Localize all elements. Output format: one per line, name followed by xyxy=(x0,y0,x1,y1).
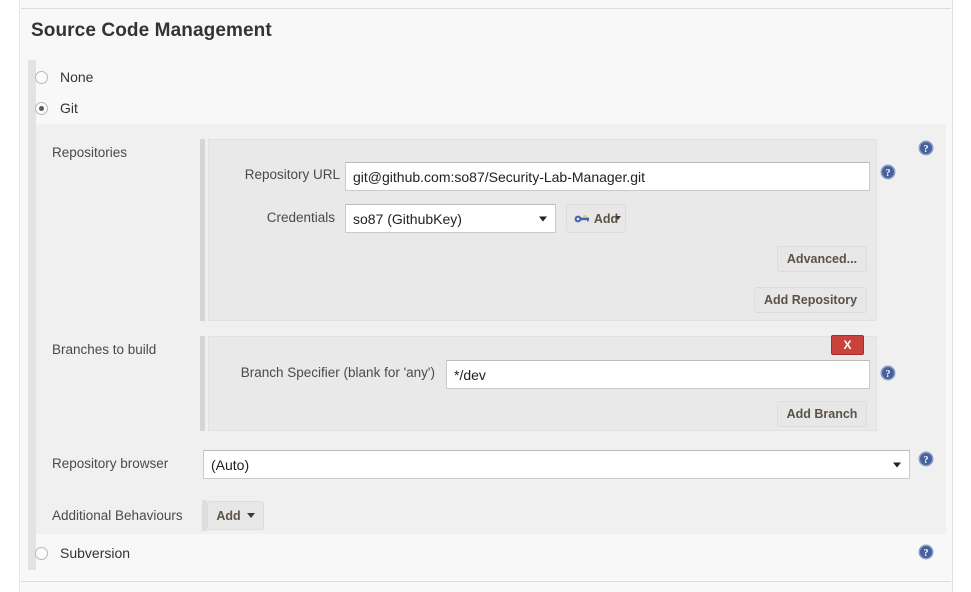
page-left-margin xyxy=(0,0,19,592)
svg-text:?: ? xyxy=(886,369,891,380)
add-behaviour-button-label: Add xyxy=(216,508,241,523)
page-right-border xyxy=(952,0,953,592)
branch-specifier-input[interactable] xyxy=(446,360,870,389)
credentials-select-value: so87 (GithubKey) xyxy=(353,210,462,227)
top-divider xyxy=(21,8,951,9)
chevron-down-icon-credentials xyxy=(539,216,547,221)
credentials-select[interactable]: so87 (GithubKey) xyxy=(345,204,556,233)
repository-browser-label: Repository browser xyxy=(52,456,169,471)
svg-text:?: ? xyxy=(924,548,929,559)
scm-option-git-label: Git xyxy=(60,100,78,116)
additional-behaviours-label: Additional Behaviours xyxy=(52,508,183,523)
svg-text:?: ? xyxy=(886,168,891,179)
help-icon-branch-specifier[interactable]: ? xyxy=(880,365,896,381)
help-icon-repository-url[interactable]: ? xyxy=(880,164,896,180)
add-branch-button[interactable]: Add Branch xyxy=(777,401,867,427)
page-left-border xyxy=(19,0,20,592)
page-right-margin xyxy=(953,0,971,592)
branches-group-bar xyxy=(200,336,205,431)
branch-specifier-label: Branch Specifier (blank for 'any') xyxy=(240,365,435,380)
add-repository-button[interactable]: Add Repository xyxy=(754,287,867,313)
scm-config-page: Source Code Management None Git Reposito… xyxy=(0,0,971,592)
branches-to-build-label: Branches to build xyxy=(52,342,157,357)
bottom-divider xyxy=(21,581,951,582)
scm-option-git[interactable]: Git xyxy=(35,100,78,116)
repository-browser-value: (Auto) xyxy=(211,456,250,473)
repositories-label: Repositories xyxy=(52,145,128,160)
advanced-button[interactable]: Advanced... xyxy=(777,246,867,272)
scm-option-none-label: None xyxy=(60,69,94,85)
add-credentials-button[interactable]: Add xyxy=(566,204,626,233)
help-icon-repository-browser[interactable]: ? xyxy=(918,451,934,467)
radio-git[interactable] xyxy=(35,101,48,115)
credentials-label: Credentials xyxy=(266,210,335,225)
git-panel-accent-bar xyxy=(28,124,36,534)
add-behaviour-button[interactable]: Add xyxy=(207,501,264,530)
page-title: Source Code Management xyxy=(31,20,272,41)
scm-option-none[interactable]: None xyxy=(35,69,93,85)
scm-option-subversion[interactable]: Subversion xyxy=(35,545,130,561)
chevron-down-icon-add-credentials xyxy=(615,216,621,220)
radio-none[interactable] xyxy=(35,70,48,84)
radio-subversion[interactable] xyxy=(35,546,48,560)
repository-browser-select[interactable]: (Auto) xyxy=(203,450,910,479)
help-icon-repositories[interactable]: ? xyxy=(918,140,934,156)
chevron-down-icon-repository-browser xyxy=(893,462,901,467)
help-icon-subversion[interactable]: ? xyxy=(918,544,934,560)
repository-url-input[interactable] xyxy=(345,162,870,191)
repository-url-label: Repository URL xyxy=(244,167,340,182)
delete-branch-button[interactable]: X xyxy=(831,335,864,355)
svg-text:?: ? xyxy=(924,144,929,155)
scm-option-subversion-label: Subversion xyxy=(60,545,131,561)
svg-text:?: ? xyxy=(924,455,929,466)
key-icon xyxy=(574,215,589,223)
chevron-down-icon-add-behaviour xyxy=(246,513,255,518)
